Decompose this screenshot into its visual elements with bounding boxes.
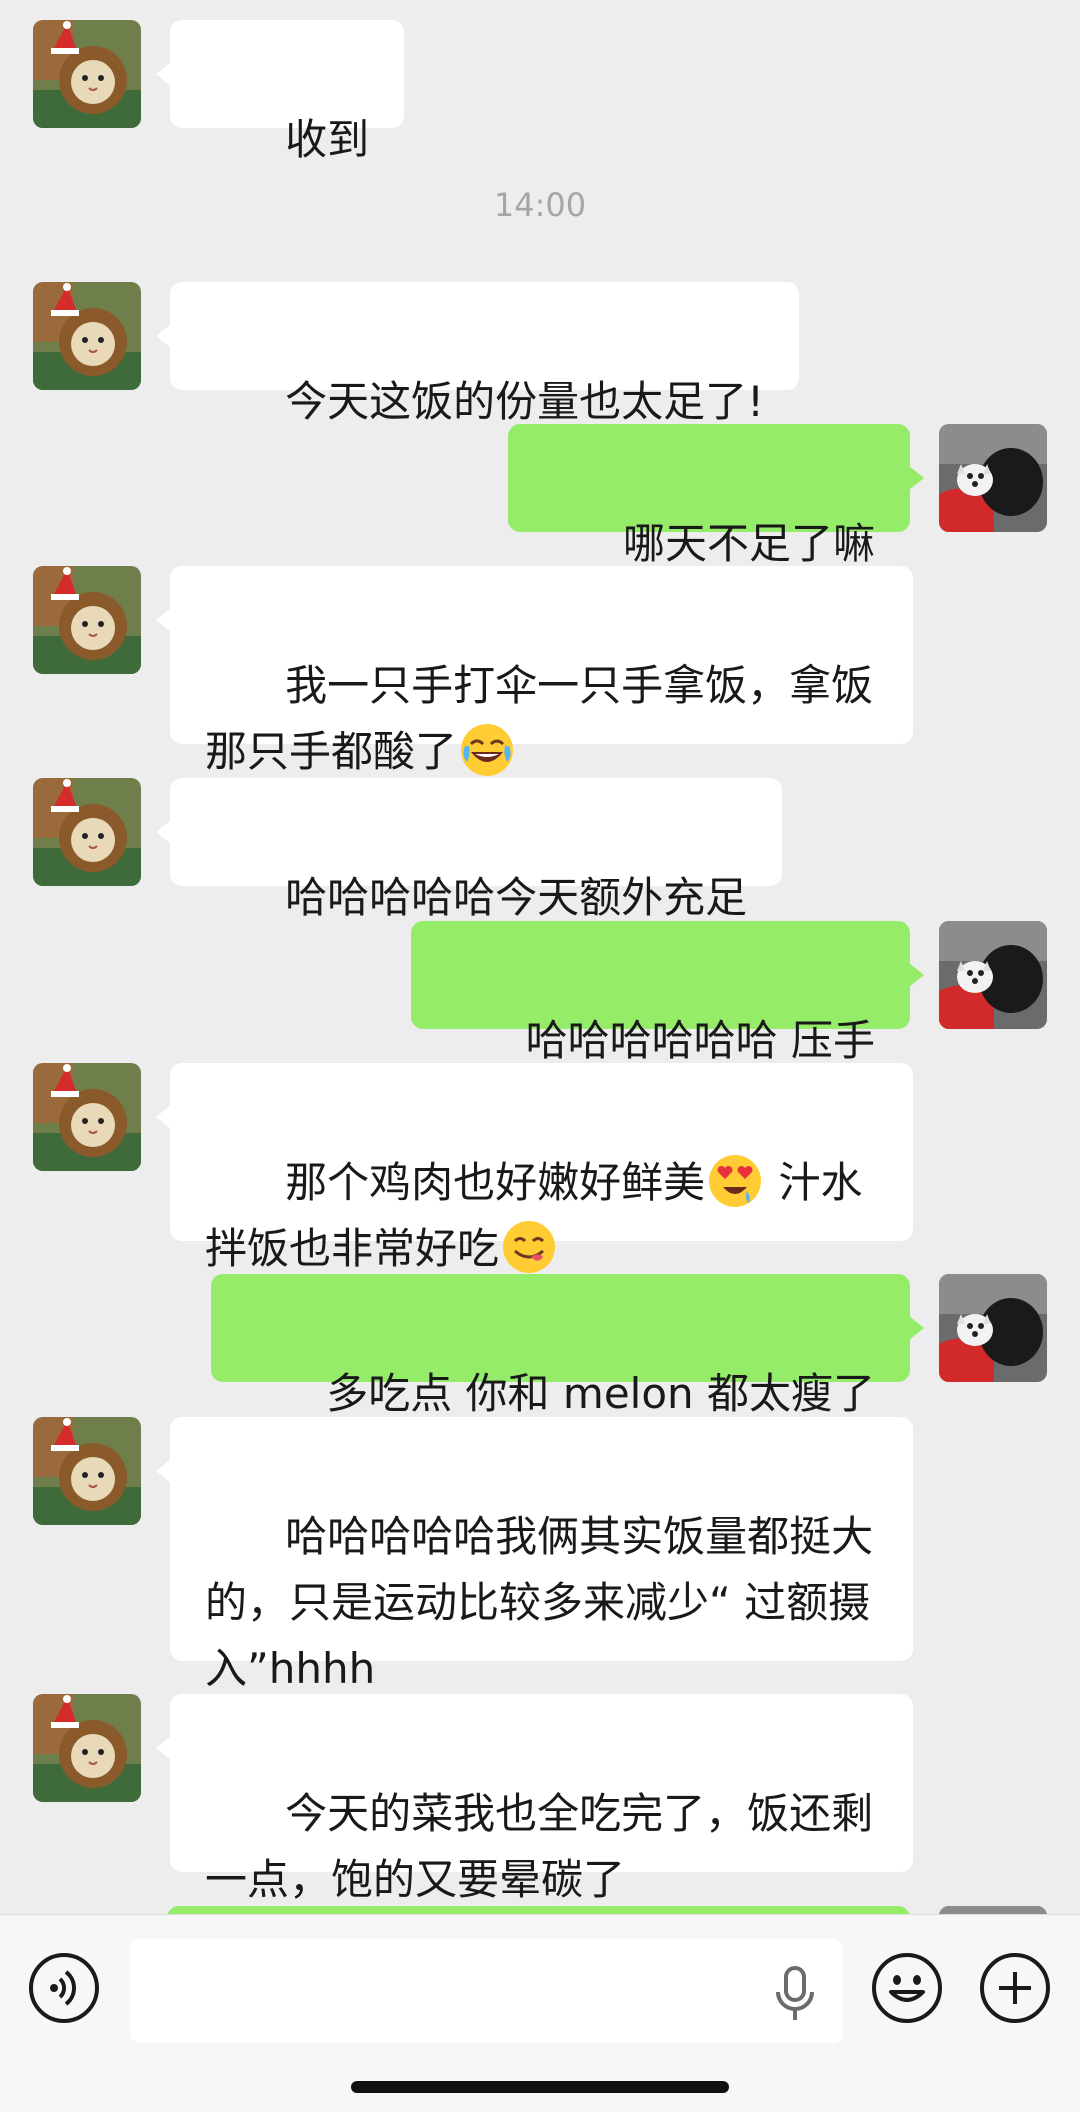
sent-message-bubble[interactable] (167, 1906, 910, 1914)
message-input[interactable] (130, 1939, 843, 2043)
contact-avatar[interactable] (33, 778, 141, 886)
message-text: 哈哈哈哈哈哈 压手 (525, 1016, 875, 1065)
contact-avatar[interactable] (33, 20, 141, 128)
smiling-face-with-heart-eyes-icon (707, 1153, 763, 1209)
message-text: 今天的菜我也全吃完了，饭还剩一点，饱的又要晕碳了 (205, 1789, 874, 1904)
message-text: 那个鸡肉也好嫩好鲜美 (285, 1158, 706, 1207)
home-indicator[interactable] (351, 2081, 729, 2093)
message-text: 哈哈哈哈哈我俩其实饭量都挺大的，只是运动比较多来减少“ 过额摄入”hhhh (205, 1512, 874, 1693)
received-message-bubble[interactable]: 我一只手打伞一只手拿饭，拿饭那只手都酸了 (156, 566, 913, 744)
sent-message-bubble[interactable]: 哪天不足了嘛 (507, 424, 925, 568)
contact-avatar[interactable] (33, 566, 141, 674)
voice-mode-icon[interactable] (28, 1952, 100, 2024)
received-message-bubble[interactable]: 那个鸡肉也好嫩好鲜美 汁水拌饭也非常好吃 (156, 1063, 913, 1241)
received-message-bubble[interactable]: 今天这饭的份量也太足了! (156, 282, 799, 426)
chat-message-list[interactable]: 收到 14:00 今天这饭的份量也太足了! 哪天不足了嘛 我一只手打伞一只手拿饭… (0, 0, 1080, 1914)
contact-avatar[interactable] (33, 1694, 141, 1802)
contact-avatar[interactable] (33, 282, 141, 390)
self-avatar[interactable] (939, 1274, 1047, 1382)
message-timestamp: 14:00 (493, 186, 587, 224)
message-text: 今天这饭的份量也太足了! (285, 377, 764, 426)
message-text: 多吃点 你和 melon 都太瘦了 (326, 1369, 875, 1418)
received-message-bubble[interactable]: 收到 (155, 20, 405, 164)
face-savoring-food-icon (501, 1219, 557, 1275)
self-avatar[interactable] (939, 1906, 1047, 1914)
message-text: 哈哈哈哈哈今天额外充足 (285, 873, 748, 922)
sent-message-bubble[interactable]: 哈哈哈哈哈哈 压手 (410, 921, 925, 1065)
contact-avatar[interactable] (33, 1417, 141, 1525)
more-plus-icon[interactable] (979, 1952, 1051, 2024)
self-avatar[interactable] (939, 424, 1047, 532)
microphone-icon[interactable] (770, 1966, 820, 2022)
message-text: 我一只手打伞一只手拿饭，拿饭那只手都酸了 (205, 661, 874, 776)
self-avatar[interactable] (939, 921, 1047, 1029)
contact-avatar[interactable] (33, 1063, 141, 1171)
emoji-picker-icon[interactable] (871, 1952, 943, 2024)
face-with-tears-of-joy-icon (459, 722, 515, 778)
sent-message-bubble[interactable]: 多吃点 你和 melon 都太瘦了 (211, 1274, 924, 1418)
received-message-bubble[interactable]: 今天的菜我也全吃完了，饭还剩一点，饱的又要晕碳了 (156, 1694, 913, 1904)
received-message-bubble[interactable]: 哈哈哈哈哈我俩其实饭量都挺大的，只是运动比较多来减少“ 过额摄入”hhhh (156, 1417, 913, 1693)
received-message-bubble[interactable]: 哈哈哈哈哈今天额外充足 (155, 778, 783, 922)
message-text: 哪天不足了嘛 (622, 519, 875, 568)
message-text: 收到 (285, 115, 370, 164)
